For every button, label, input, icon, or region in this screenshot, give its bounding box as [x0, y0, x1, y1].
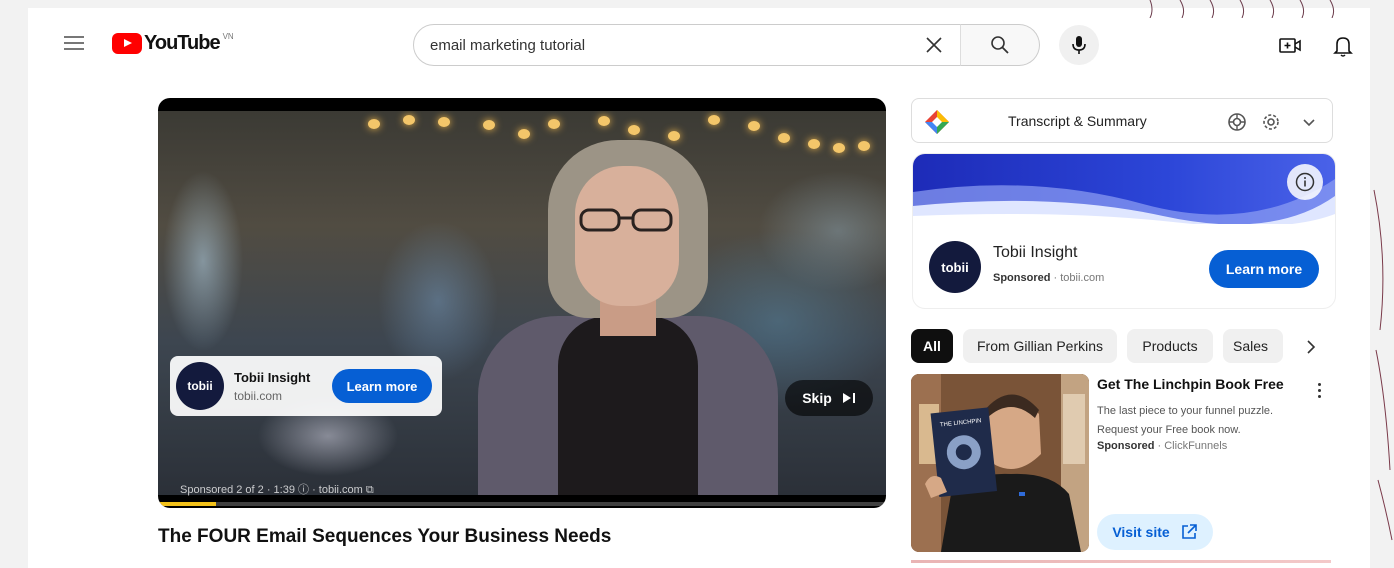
- chevron-right-icon: [1307, 340, 1316, 354]
- chip-products[interactable]: Products: [1127, 329, 1213, 363]
- next-item-preview-edge: [911, 560, 1331, 563]
- youtube-logo[interactable]: YouTube VN: [112, 32, 234, 55]
- advertiser-name: Tobii Insight: [993, 244, 1078, 261]
- info-icon: [1295, 172, 1315, 192]
- advertiser-name: Tobii Insight: [234, 369, 311, 385]
- advertiser-domain: tobii.com: [234, 388, 283, 403]
- player-ad-card[interactable]: tobii Tobii Insight tobii.com Learn more: [170, 356, 442, 416]
- advertiser-logo: tobii: [929, 241, 981, 293]
- skip-label: Skip: [802, 390, 832, 406]
- external-link-icon: [1181, 524, 1197, 539]
- ad-progress-fill: [158, 502, 217, 506]
- clear-icon[interactable]: [914, 25, 954, 65]
- chatgpt-icon[interactable]: [1226, 111, 1248, 133]
- companion-ad-panel[interactable]: tobii Tobii Insight Sponsored · tobii.co…: [913, 154, 1335, 308]
- menu-icon[interactable]: [64, 36, 84, 50]
- sponsored-label: Sponsored: [993, 272, 1051, 284]
- youtube-watch-page: YouTube VN email marketing tutorial tobi…: [28, 8, 1370, 568]
- ad-meta: Sponsored · tobii.com: [993, 272, 1104, 284]
- chips-next-button[interactable]: [1295, 331, 1327, 363]
- presenter: [478, 136, 778, 495]
- rec-meta: Sponsored · ClickFunnels: [1097, 440, 1227, 452]
- logo-text: YouTube: [144, 32, 221, 54]
- notifications-button[interactable]: [1330, 33, 1356, 59]
- search-button[interactable]: [960, 24, 1040, 66]
- chip-from-gillian-perkins[interactable]: From Gillian Perkins: [963, 329, 1117, 363]
- video-frame: [158, 111, 886, 495]
- skip-next-icon: [842, 393, 855, 403]
- ad-info-button[interactable]: [1287, 164, 1323, 200]
- country-code: VN: [222, 32, 234, 41]
- more-options-icon[interactable]: [1309, 376, 1329, 404]
- settings-gear-icon[interactable]: [1260, 111, 1282, 133]
- search-input-value: email marketing tutorial: [430, 36, 586, 54]
- rec-thumbnail[interactable]: THE LINCHPIN: [911, 374, 1089, 552]
- create-icon: [1279, 38, 1301, 53]
- advertiser-domain: · tobii.com: [1053, 272, 1105, 284]
- rec-description: The last piece to your funnel puzzle. Re…: [1097, 405, 1274, 436]
- mic-icon: [1072, 36, 1086, 54]
- filter-chips: All From Gillian Perkins Products Sales: [911, 329, 1331, 365]
- chevron-down-icon[interactable]: [1300, 113, 1318, 131]
- chip-all[interactable]: All: [911, 329, 953, 363]
- video-player[interactable]: tobii Tobii Insight tobii.com Learn more…: [158, 98, 886, 508]
- learn-more-button[interactable]: Learn more: [1209, 250, 1319, 288]
- ad-progress-bar[interactable]: [158, 502, 886, 506]
- youtube-play-icon: [112, 33, 142, 54]
- transcript-summary-bar[interactable]: Transcript & Summary: [911, 98, 1333, 143]
- ad-banner-image: [913, 154, 1335, 224]
- rec-advertiser: · ClickFunnels: [1157, 440, 1228, 452]
- transcript-title: Transcript & Summary: [1008, 113, 1147, 129]
- decorative-border-lines: [1373, 189, 1393, 541]
- advertiser-logo: tobii: [176, 362, 224, 410]
- visit-site-button[interactable]: Visit site: [1097, 514, 1213, 550]
- voice-search-button[interactable]: [1059, 25, 1099, 65]
- skip-ad-button[interactable]: Skip: [785, 380, 873, 416]
- chip-sales[interactable]: Sales: [1223, 329, 1283, 363]
- bell-icon: [1333, 37, 1353, 57]
- sponsored-recommendation[interactable]: THE LINCHPIN Get The Linchpin Book Free …: [911, 374, 1333, 564]
- search-icon: [991, 36, 1009, 54]
- create-button[interactable]: [1278, 34, 1302, 58]
- learn-more-button[interactable]: Learn more: [332, 369, 432, 403]
- decorative-top-lines: [1149, 0, 1335, 18]
- search-input[interactable]: email marketing tutorial: [413, 24, 961, 66]
- extension-logo-icon: [925, 110, 949, 134]
- video-title: The FOUR Email Sequences Your Business N…: [158, 526, 612, 547]
- visit-site-label: Visit site: [1112, 524, 1170, 540]
- sponsored-label: Sponsored: [1097, 440, 1155, 452]
- ad-status-text: Sponsored 2 of 2 · 1:39 ⓘ · tobii.com ⧉: [180, 484, 374, 496]
- rec-title[interactable]: Get The Linchpin Book Free: [1097, 376, 1284, 392]
